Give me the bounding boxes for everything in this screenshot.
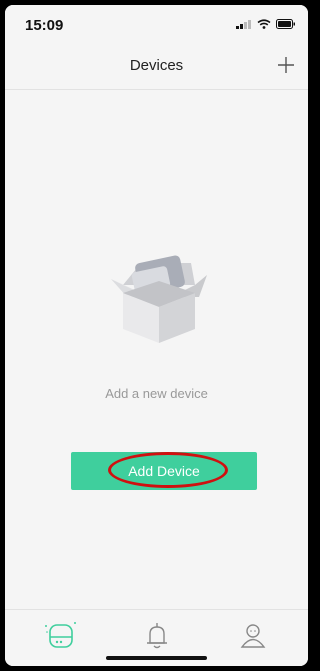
signal-icon bbox=[236, 20, 251, 29]
bell-icon bbox=[147, 623, 167, 649]
status-time: 15:09 bbox=[25, 17, 64, 34]
tab-notifications[interactable] bbox=[137, 620, 177, 652]
user-icon bbox=[240, 624, 266, 648]
nav-bar: Devices bbox=[5, 43, 308, 90]
plus-icon[interactable] bbox=[274, 53, 298, 77]
status-icons bbox=[236, 19, 296, 29]
battery-icon bbox=[276, 19, 295, 29]
status-bar: 15:09 bbox=[5, 5, 308, 43]
main-content: Add a new device Add Device bbox=[5, 90, 308, 610]
empty-state-message: Add a new device bbox=[105, 386, 208, 401]
device-icon bbox=[45, 622, 76, 648]
tab-devices[interactable] bbox=[41, 620, 81, 652]
home-indicator[interactable] bbox=[106, 656, 207, 660]
add-device-button[interactable]: Add Device bbox=[71, 452, 257, 490]
empty-box-icon bbox=[111, 255, 207, 343]
page-title: Devices bbox=[129, 57, 184, 74]
phone-screen: 15:09 Devices Add a new device Add Devic… bbox=[5, 5, 308, 666]
tab-bar bbox=[5, 609, 308, 666]
wifi-icon bbox=[257, 19, 271, 29]
tab-profile[interactable] bbox=[233, 620, 273, 652]
